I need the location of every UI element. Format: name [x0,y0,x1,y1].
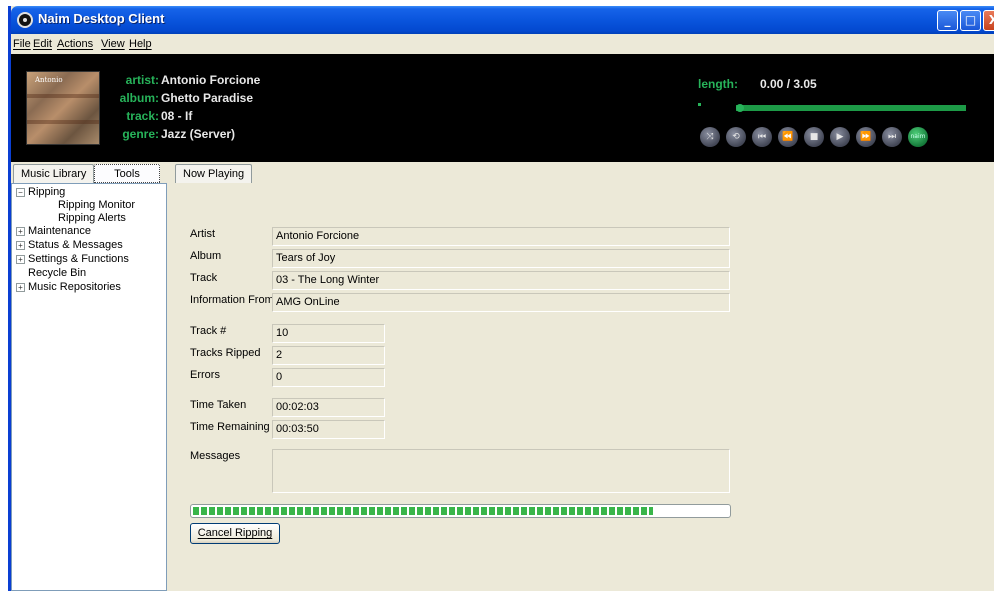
genre-value: Jazz (Server) [161,127,236,141]
close-button[interactable]: X [983,10,994,31]
artist-field: Antonio Forcione [272,227,730,246]
length-value: 0.00 / 3.05 [760,77,817,91]
tools-tree: − Ripping Ripping Monitor Ripping Alerts … [11,183,167,591]
expand-icon[interactable]: + [16,227,25,236]
ripping-monitor-panel: Artist Antonio Forcione Album Tears of J… [175,183,994,591]
expand-icon[interactable]: + [16,283,25,292]
album-field: Tears of Joy [272,249,730,268]
tree-item-status-messages[interactable]: + Status & Messages [16,239,123,251]
album-art-title: Antonio [35,76,63,84]
album-label: album: [119,91,159,105]
tree-item-maintenance[interactable]: + Maintenance [16,225,91,237]
repeat-icon[interactable]: ⟲ [726,127,746,147]
messages-field [272,449,730,493]
skip-start-icon[interactable]: ⏮ [752,127,772,147]
track-label: track: [126,109,159,123]
tree-item-ripping[interactable]: − Ripping [16,186,65,198]
artist-label: artist: [125,73,159,87]
tree-item-music-repositories[interactable]: + Music Repositories [16,281,121,293]
tree-item-ripping-monitor[interactable]: Ripping Monitor [58,199,135,211]
skip-end-icon[interactable]: ⏭ [882,127,902,147]
title-bar[interactable]: Naim Desktop Client _ □ X [11,6,994,34]
shuffle-icon[interactable]: ⤨ [700,127,720,147]
track-field: 03 - The Long Winter [272,271,730,290]
time-remaining-field-label: Time Remaining [190,421,270,433]
time-taken-field: 00:02:03 [272,398,385,417]
minimize-button[interactable]: _ [937,10,958,31]
tab-tools[interactable]: Tools [94,164,160,183]
menu-file[interactable]: File [13,38,31,50]
collapse-icon[interactable]: − [16,188,25,197]
fast-forward-icon[interactable]: ⏩ [856,127,876,147]
info-from-field: AMG OnLine [272,293,730,312]
messages-field-label: Messages [190,450,241,462]
menu-help[interactable]: Help [129,38,152,50]
artist-value: Antonio Forcione [161,73,261,87]
artist-field-label: Artist [190,228,216,240]
track-field-label: Track [190,272,218,284]
ripping-progress-fill [193,507,654,515]
position-marker [698,103,701,106]
length-label: length: [698,77,738,91]
naim-app-icon [17,12,33,28]
rewind-icon[interactable]: ⏪ [778,127,798,147]
expand-icon[interactable]: + [16,241,25,250]
time-remaining-field: 00:03:50 [272,420,385,439]
playback-progress-bar[interactable] [736,104,966,112]
expand-icon[interactable]: + [16,255,25,264]
naim-logo-icon[interactable]: naim [908,127,928,147]
maximize-button[interactable]: □ [960,10,981,31]
track-value: 08 - If [161,109,193,123]
tree-item-settings-functions[interactable]: + Settings & Functions [16,253,129,265]
menu-edit[interactable]: Edit [33,38,52,50]
cancel-ripping-button[interactable]: Cancel Ripping [190,523,280,544]
play-icon[interactable]: ▶ [830,127,850,147]
track-number-field-label: Track # [190,325,227,337]
menu-actions[interactable]: Actions [57,38,93,50]
time-taken-field-label: Time Taken [190,399,247,411]
album-value: Ghetto Paradise [161,91,254,105]
album-field-label: Album [190,250,222,262]
stop-icon[interactable]: ■ [804,127,824,147]
errors-field-label: Errors [190,369,220,381]
menu-bar: File Edit Actions View Help [11,34,994,54]
window-title: Naim Desktop Client [38,11,165,26]
tree-item-ripping-alerts[interactable]: Ripping Alerts [58,212,126,224]
menu-view[interactable]: View [101,38,125,50]
tab-now-playing[interactable]: Now Playing [175,164,253,183]
tab-music-library[interactable]: Music Library [13,164,95,183]
playback-progress-knob[interactable] [736,104,744,112]
tracks-ripped-field: 2 [272,346,385,365]
genre-label: genre: [122,127,159,141]
info-from-field-label: Information From [190,294,274,306]
ripping-progress-bar [190,504,731,518]
errors-field: 0 [272,368,385,387]
app-window: Naim Desktop Client _ □ X File Edit Acti… [8,6,994,591]
tracks-ripped-field-label: Tracks Ripped [190,347,261,359]
tree-item-recycle-bin[interactable]: Recycle Bin [28,267,86,279]
album-art[interactable]: Antonio [26,71,100,145]
now-playing-header: Antonio artist: Antonio Forcione album: … [11,54,994,162]
track-number-field: 10 [272,324,385,343]
